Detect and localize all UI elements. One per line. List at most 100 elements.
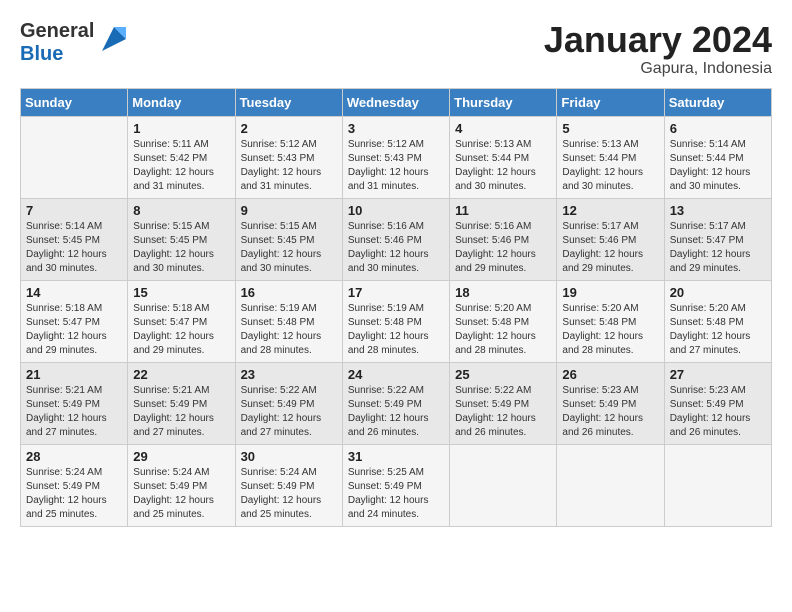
- day-number: 8: [133, 203, 229, 218]
- calendar-cell: 14 Sunrise: 5:18 AMSunset: 5:47 PMDayligh…: [21, 280, 128, 362]
- cell-sun-info: Sunrise: 5:19 AMSunset: 5:48 PMDaylight:…: [241, 302, 337, 358]
- page-header: General Blue January 2024 Gapura, Indone…: [20, 20, 772, 78]
- day-number: 11: [455, 203, 551, 218]
- calendar-cell: 20 Sunrise: 5:20 AMSunset: 5:48 PMDayligh…: [664, 280, 771, 362]
- calendar-week-row: 7Sunrise: 5:14 AMSunset: 5:45 PMDaylight…: [21, 198, 772, 280]
- day-number: 26: [562, 367, 658, 382]
- calendar-cell: 16 Sunrise: 5:19 AMSunset: 5:48 PMDayligh…: [235, 280, 342, 362]
- day-number: 19: [562, 285, 658, 300]
- day-number: 23: [241, 367, 337, 382]
- cell-sun-info: Sunrise: 5:23 AMSunset: 5:49 PMDaylight:…: [670, 384, 766, 440]
- day-number: 21: [26, 367, 122, 382]
- cell-sun-info: Sunrise: 5:15 AMSunset: 5:45 PMDaylight:…: [241, 220, 337, 276]
- calendar-cell: [21, 116, 128, 198]
- cell-sun-info: Sunrise: 5:15 AMSunset: 5:45 PMDaylight:…: [133, 220, 229, 276]
- calendar-cell: [557, 444, 664, 526]
- cell-sun-info: Sunrise: 5:19 AMSunset: 5:48 PMDaylight:…: [348, 302, 444, 358]
- cell-sun-info: Sunrise: 5:13 AMSunset: 5:44 PMDaylight:…: [455, 138, 551, 194]
- day-number: 24: [348, 367, 444, 382]
- calendar-cell: 31 Sunrise: 5:25 AMSunset: 5:49 PMDayligh…: [342, 444, 449, 526]
- day-number: 15: [133, 285, 229, 300]
- cell-sun-info: Sunrise: 5:21 AMSunset: 5:49 PMDaylight:…: [26, 384, 122, 440]
- day-number: 31: [348, 449, 444, 464]
- calendar-cell: 24 Sunrise: 5:22 AMSunset: 5:49 PMDayligh…: [342, 362, 449, 444]
- day-number: 22: [133, 367, 229, 382]
- calendar-cell: 8 Sunrise: 5:15 AMSunset: 5:45 PMDaylight…: [128, 198, 235, 280]
- cell-sun-info: Sunrise: 5:22 AMSunset: 5:49 PMDaylight:…: [348, 384, 444, 440]
- cell-sun-info: Sunrise: 5:24 AMSunset: 5:49 PMDaylight:…: [241, 466, 337, 522]
- calendar-cell: 15 Sunrise: 5:18 AMSunset: 5:47 PMDayligh…: [128, 280, 235, 362]
- cell-sun-info: Sunrise: 5:20 AMSunset: 5:48 PMDaylight:…: [562, 302, 658, 358]
- day-number: 12: [562, 203, 658, 218]
- day-number: 9: [241, 203, 337, 218]
- calendar-cell: 27 Sunrise: 5:23 AMSunset: 5:49 PMDayligh…: [664, 362, 771, 444]
- calendar-cell: 9 Sunrise: 5:15 AMSunset: 5:45 PMDaylight…: [235, 198, 342, 280]
- cell-sun-info: Sunrise: 5:18 AMSunset: 5:47 PMDaylight:…: [26, 302, 122, 358]
- day-number: 10: [348, 203, 444, 218]
- logo: General Blue: [20, 20, 130, 66]
- calendar-cell: 4 Sunrise: 5:13 AMSunset: 5:44 PMDaylight…: [450, 116, 557, 198]
- cell-sun-info: Sunrise: 5:24 AMSunset: 5:49 PMDaylight:…: [26, 466, 122, 522]
- cell-sun-info: Sunrise: 5:25 AMSunset: 5:49 PMDaylight:…: [348, 466, 444, 522]
- day-number: 2: [241, 121, 337, 136]
- day-of-week-header: Monday: [128, 88, 235, 116]
- cell-sun-info: Sunrise: 5:16 AMSunset: 5:46 PMDaylight:…: [348, 220, 444, 276]
- day-of-week-header: Tuesday: [235, 88, 342, 116]
- day-number: 1: [133, 121, 229, 136]
- day-of-week-header: Sunday: [21, 88, 128, 116]
- cell-sun-info: Sunrise: 5:14 AMSunset: 5:45 PMDaylight:…: [26, 220, 122, 276]
- calendar-cell: [664, 444, 771, 526]
- day-number: 17: [348, 285, 444, 300]
- cell-sun-info: Sunrise: 5:12 AMSunset: 5:43 PMDaylight:…: [348, 138, 444, 194]
- day-number: 13: [670, 203, 766, 218]
- cell-sun-info: Sunrise: 5:14 AMSunset: 5:44 PMDaylight:…: [670, 138, 766, 194]
- calendar-cell: 17 Sunrise: 5:19 AMSunset: 5:48 PMDayligh…: [342, 280, 449, 362]
- cell-sun-info: Sunrise: 5:17 AMSunset: 5:47 PMDaylight:…: [670, 220, 766, 276]
- calendar-cell: 12 Sunrise: 5:17 AMSunset: 5:46 PMDayligh…: [557, 198, 664, 280]
- cell-sun-info: Sunrise: 5:20 AMSunset: 5:48 PMDaylight:…: [455, 302, 551, 358]
- day-number: 6: [670, 121, 766, 136]
- day-number: 30: [241, 449, 337, 464]
- calendar-cell: 22 Sunrise: 5:21 AMSunset: 5:49 PMDayligh…: [128, 362, 235, 444]
- day-of-week-header: Wednesday: [342, 88, 449, 116]
- day-number: 14: [26, 285, 122, 300]
- calendar-cell: 23 Sunrise: 5:22 AMSunset: 5:49 PMDayligh…: [235, 362, 342, 444]
- day-number: 20: [670, 285, 766, 300]
- calendar-cell: 25 Sunrise: 5:22 AMSunset: 5:49 PMDayligh…: [450, 362, 557, 444]
- cell-sun-info: Sunrise: 5:12 AMSunset: 5:43 PMDaylight:…: [241, 138, 337, 194]
- calendar-cell: 26Sunrise: 5:23 AMSunset: 5:49 PMDayligh…: [557, 362, 664, 444]
- calendar-cell: 5Sunrise: 5:13 AMSunset: 5:44 PMDaylight…: [557, 116, 664, 198]
- calendar-header-row: SundayMondayTuesdayWednesdayThursdayFrid…: [21, 88, 772, 116]
- cell-sun-info: Sunrise: 5:11 AMSunset: 5:42 PMDaylight:…: [133, 138, 229, 194]
- logo-blue: Blue: [20, 43, 63, 65]
- calendar-cell: 30 Sunrise: 5:24 AMSunset: 5:49 PMDayligh…: [235, 444, 342, 526]
- cell-sun-info: Sunrise: 5:20 AMSunset: 5:48 PMDaylight:…: [670, 302, 766, 358]
- calendar-cell: 3 Sunrise: 5:12 AMSunset: 5:43 PMDaylight…: [342, 116, 449, 198]
- calendar-cell: 21 Sunrise: 5:21 AMSunset: 5:49 PMDayligh…: [21, 362, 128, 444]
- cell-sun-info: Sunrise: 5:18 AMSunset: 5:47 PMDaylight:…: [133, 302, 229, 358]
- location-subtitle: Gapura, Indonesia: [544, 60, 772, 78]
- day-of-week-header: Saturday: [664, 88, 771, 116]
- calendar-cell: 1 Sunrise: 5:11 AMSunset: 5:42 PMDaylight…: [128, 116, 235, 198]
- day-number: 4: [455, 121, 551, 136]
- logo-icon: [98, 23, 130, 55]
- logo-general: General: [20, 20, 94, 42]
- cell-sun-info: Sunrise: 5:21 AMSunset: 5:49 PMDaylight:…: [133, 384, 229, 440]
- day-number: 28: [26, 449, 122, 464]
- cell-sun-info: Sunrise: 5:16 AMSunset: 5:46 PMDaylight:…: [455, 220, 551, 276]
- calendar-week-row: 28 Sunrise: 5:24 AMSunset: 5:49 PMDayligh…: [21, 444, 772, 526]
- calendar-cell: 19 Sunrise: 5:20 AMSunset: 5:48 PMDayligh…: [557, 280, 664, 362]
- day-number: 3: [348, 121, 444, 136]
- calendar-cell: [450, 444, 557, 526]
- cell-sun-info: Sunrise: 5:22 AMSunset: 5:49 PMDaylight:…: [455, 384, 551, 440]
- month-year-title: January 2024: [544, 20, 772, 60]
- calendar-cell: 13 Sunrise: 5:17 AMSunset: 5:47 PMDayligh…: [664, 198, 771, 280]
- day-number: 25: [455, 367, 551, 382]
- day-number: 16: [241, 285, 337, 300]
- day-of-week-header: Friday: [557, 88, 664, 116]
- cell-sun-info: Sunrise: 5:17 AMSunset: 5:46 PMDaylight:…: [562, 220, 658, 276]
- calendar-cell: 6 Sunrise: 5:14 AMSunset: 5:44 PMDaylight…: [664, 116, 771, 198]
- cell-sun-info: Sunrise: 5:22 AMSunset: 5:49 PMDaylight:…: [241, 384, 337, 440]
- day-number: 27: [670, 367, 766, 382]
- calendar-week-row: 1 Sunrise: 5:11 AMSunset: 5:42 PMDaylight…: [21, 116, 772, 198]
